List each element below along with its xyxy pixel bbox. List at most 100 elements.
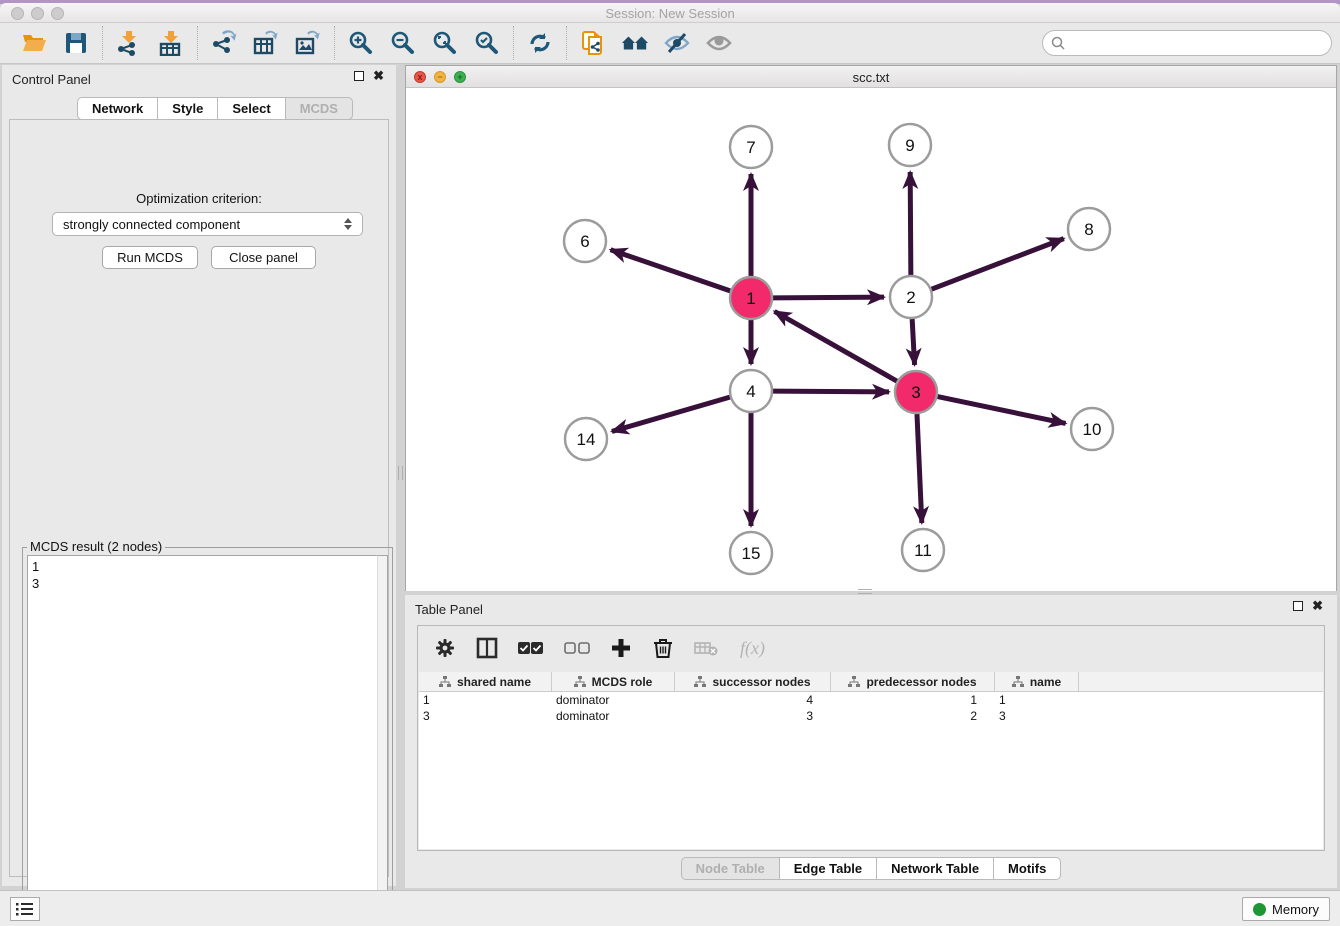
graph-node-6[interactable]: 6 bbox=[564, 220, 606, 262]
run-mcds-button[interactable]: Run MCDS bbox=[102, 246, 198, 269]
table-cell[interactable]: 1 bbox=[995, 692, 1079, 708]
node-table-container: f(x) shared name MCDS role successor nodes… bbox=[417, 625, 1325, 851]
graph-edge-3-1[interactable] bbox=[774, 311, 896, 381]
function-builder-icon: f(x) bbox=[740, 638, 765, 659]
table-cell[interactable]: 2 bbox=[831, 708, 995, 724]
add-column-icon[interactable] bbox=[610, 637, 632, 659]
delete-column-icon[interactable] bbox=[652, 637, 674, 659]
table-cell[interactable]: 1 bbox=[831, 692, 995, 708]
graph-node-label: 10 bbox=[1083, 420, 1102, 439]
graph-edge-1-6[interactable] bbox=[611, 250, 731, 291]
deselect-all-columns-icon[interactable] bbox=[564, 641, 590, 655]
graph-node-2[interactable]: 2 bbox=[890, 276, 932, 318]
export-image-icon[interactable] bbox=[294, 29, 322, 57]
mcds-result-text[interactable]: 1 3 bbox=[27, 555, 388, 919]
column-label: shared name bbox=[457, 675, 531, 689]
save-session-icon[interactable] bbox=[62, 29, 90, 57]
tab-select[interactable]: Select bbox=[218, 97, 285, 120]
graph-node-10[interactable]: 10 bbox=[1071, 408, 1113, 450]
graph-node-3[interactable]: 3 bbox=[895, 371, 937, 413]
graph-edge-2-9[interactable] bbox=[910, 172, 911, 275]
zoom-out-icon[interactable] bbox=[389, 29, 417, 57]
network-window-titlebar[interactable]: x − + scc.txt bbox=[406, 66, 1336, 88]
graph-node-label: 11 bbox=[914, 541, 932, 560]
close-panel-icon[interactable]: ✖ bbox=[373, 71, 384, 81]
import-network-icon[interactable] bbox=[115, 29, 143, 57]
graph-node-9[interactable]: 9 bbox=[889, 124, 931, 166]
show-all-icon[interactable] bbox=[705, 29, 733, 57]
graph-edge-4-14[interactable] bbox=[612, 397, 730, 431]
split-view-icon[interactable] bbox=[476, 637, 498, 659]
graph-node-14[interactable]: 14 bbox=[565, 418, 607, 460]
panel-splitter-handle[interactable] bbox=[398, 466, 403, 480]
graph-edge-2-3[interactable] bbox=[912, 319, 914, 365]
hide-selected-icon[interactable] bbox=[663, 29, 691, 57]
column-label: MCDS role bbox=[592, 675, 653, 689]
table-row[interactable]: 1dominator411 bbox=[419, 692, 1323, 708]
table-panel-tabs: Node TableEdge TableNetwork TableMotifs bbox=[405, 857, 1337, 880]
application-window: Session: New Session bbox=[0, 0, 1340, 926]
panel-splitter-handle[interactable] bbox=[858, 589, 872, 594]
graph-edge-4-3[interactable] bbox=[773, 391, 889, 392]
column-label: successor nodes bbox=[712, 675, 810, 689]
tab-edge-table[interactable]: Edge Table bbox=[780, 857, 877, 880]
tab-motifs[interactable]: Motifs bbox=[994, 857, 1061, 880]
graph-edge-3-10[interactable] bbox=[938, 397, 1066, 424]
table-cell[interactable]: 3 bbox=[675, 708, 831, 724]
memory-button[interactable]: Memory bbox=[1242, 897, 1330, 921]
graph-node-1[interactable]: 1 bbox=[730, 277, 772, 319]
node-table: shared name MCDS role successor nodes prede… bbox=[419, 672, 1323, 849]
float-panel-icon[interactable] bbox=[1293, 601, 1303, 611]
export-table-icon[interactable] bbox=[252, 29, 280, 57]
control-panel: Control Panel ✖ NetworkStyleSelectMCDS O… bbox=[2, 65, 396, 886]
tab-network[interactable]: Network bbox=[77, 97, 158, 120]
export-network-icon[interactable] bbox=[210, 29, 238, 57]
criterion-dropdown[interactable]: strongly connected component bbox=[52, 212, 363, 236]
column-header-shared-name[interactable]: shared name bbox=[419, 672, 552, 691]
graph-edge-3-11[interactable] bbox=[917, 414, 922, 523]
table-header-row: shared name MCDS role successor nodes prede… bbox=[419, 672, 1323, 692]
graph-node-15[interactable]: 15 bbox=[730, 532, 772, 574]
graph-node-label: 6 bbox=[580, 232, 589, 251]
tab-network-table[interactable]: Network Table bbox=[877, 857, 994, 880]
tab-node-table[interactable]: Node Table bbox=[681, 857, 780, 880]
zoom-selected-icon[interactable] bbox=[473, 29, 501, 57]
graph-node-7[interactable]: 7 bbox=[730, 126, 772, 168]
apply-layout-icon[interactable] bbox=[526, 29, 554, 57]
column-header-MCDS-role[interactable]: MCDS role bbox=[552, 672, 675, 691]
main-toolbar bbox=[0, 23, 1340, 64]
close-panel-button[interactable]: Close panel bbox=[211, 246, 316, 269]
graph-edge-1-2[interactable] bbox=[773, 297, 884, 298]
close-panel-icon[interactable]: ✖ bbox=[1312, 601, 1323, 611]
table-row[interactable]: 3dominator323 bbox=[419, 708, 1323, 724]
tab-style[interactable]: Style bbox=[158, 97, 218, 120]
task-history-button[interactable] bbox=[10, 897, 40, 921]
column-header-predecessor-nodes[interactable]: predecessor nodes bbox=[831, 672, 995, 691]
table-settings-icon[interactable] bbox=[434, 637, 456, 659]
graph-node-11[interactable]: 11 bbox=[902, 529, 944, 571]
graph-node-4[interactable]: 4 bbox=[730, 370, 772, 412]
first-neighbors-icon[interactable] bbox=[621, 29, 649, 57]
table-cell[interactable]: dominator bbox=[552, 708, 675, 724]
table-cell[interactable]: dominator bbox=[552, 692, 675, 708]
table-cell[interactable]: 3 bbox=[419, 708, 552, 724]
result-scrollbar[interactable] bbox=[377, 555, 388, 919]
graph-node-8[interactable]: 8 bbox=[1068, 208, 1110, 250]
zoom-in-icon[interactable] bbox=[347, 29, 375, 57]
graph-edge-2-8[interactable] bbox=[932, 239, 1064, 290]
select-all-columns-icon[interactable] bbox=[518, 641, 544, 655]
network-graph-canvas[interactable]: 7 9 6 8 1 2 4 3 14 10 15 11 bbox=[406, 88, 1336, 591]
table-cell[interactable]: 3 bbox=[995, 708, 1079, 724]
column-header-name[interactable]: name bbox=[995, 672, 1079, 691]
open-file-icon[interactable] bbox=[20, 29, 48, 57]
graph-node-label: 7 bbox=[746, 138, 755, 157]
import-table-icon[interactable] bbox=[157, 29, 185, 57]
table-cell[interactable]: 4 bbox=[675, 692, 831, 708]
table-cell[interactable]: 1 bbox=[419, 692, 552, 708]
column-header-successor-nodes[interactable]: successor nodes bbox=[675, 672, 831, 691]
zoom-fit-icon[interactable] bbox=[431, 29, 459, 57]
clone-network-icon[interactable] bbox=[579, 29, 607, 57]
tab-mcds[interactable]: MCDS bbox=[286, 97, 353, 120]
float-panel-icon[interactable] bbox=[354, 71, 364, 81]
search-input[interactable] bbox=[1042, 30, 1332, 56]
